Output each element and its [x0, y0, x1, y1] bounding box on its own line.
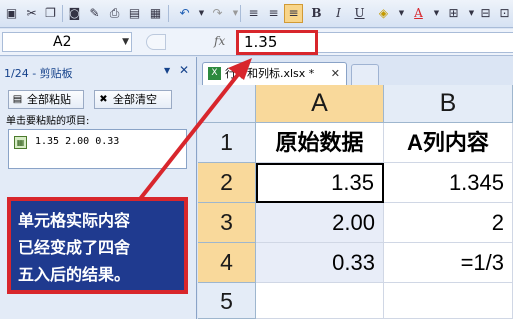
merge-icon[interactable]: ⊟	[476, 4, 495, 23]
clear-icon: ✖	[99, 94, 108, 105]
annotation-callout: 单元格实际内容 已经变成了四舍 五入后的结果。	[7, 197, 188, 294]
underline-icon[interactable]: U	[350, 4, 369, 23]
redo-dropdown-icon[interactable]: ▼	[226, 4, 245, 23]
save-disk-icon[interactable]: ◙	[65, 4, 84, 23]
cell-a3[interactable]: 2.00	[256, 203, 384, 243]
cell-a2[interactable]: 1.35	[256, 163, 384, 203]
font-color-icon[interactable]: A	[409, 4, 428, 23]
cut-icon[interactable]: ✂	[22, 4, 41, 23]
paste-all-label: 全部粘贴	[27, 93, 71, 106]
redo-icon[interactable]: ↷	[208, 4, 227, 23]
document-tab[interactable]: X 行号和列标.xlsx * ✕	[202, 62, 347, 85]
name-box[interactable]: A2 ▼	[2, 32, 132, 52]
excel-item-icon: ▦	[14, 136, 27, 149]
quick-toolbar: ▣ ✂ ❐ ◙ ✎ ⎙ ▤ ▦ ↶ ▼ ↷ ▼ ≡ ≡ ≡ B I U ◈ ▼ …	[0, 0, 513, 28]
row-header-5[interactable]: 5	[198, 283, 256, 319]
cell-a5[interactable]	[256, 283, 384, 319]
clipboard-item[interactable]: ▦ 1.35 2.00 0.33	[8, 129, 187, 169]
more-icon[interactable]: ▦	[146, 4, 165, 23]
excel-file-icon: X	[208, 67, 221, 80]
formula-bar-splitter[interactable]	[146, 34, 166, 50]
formula-input-area[interactable]	[318, 32, 513, 53]
align-center-icon[interactable]: ≡	[264, 4, 283, 23]
row-header-4[interactable]: 4	[198, 243, 256, 283]
row-header-3[interactable]: 3	[198, 203, 256, 243]
select-all-corner[interactable]	[198, 85, 256, 123]
paste-icon: ▤	[12, 94, 23, 105]
close-icon[interactable]: ✕	[331, 63, 340, 84]
formula-input[interactable]: 1.35	[236, 30, 318, 55]
column-header-a[interactable]: A	[256, 85, 384, 123]
clipboard-title: 1/24 - 剪贴板	[4, 67, 73, 80]
cell-a4[interactable]: 0.33	[256, 243, 384, 283]
save-icon[interactable]: ▣	[2, 4, 21, 23]
align-left-icon[interactable]: ≡	[244, 4, 263, 23]
fx-icon[interactable]: fx	[214, 34, 225, 48]
clear-all-label: 全部清空	[113, 93, 157, 106]
paste-all-button[interactable]: ▤ 全部粘贴	[8, 90, 84, 109]
clipboard-hint: 单击要粘贴的项目:	[6, 116, 90, 127]
name-box-value: A2	[53, 34, 72, 50]
cell-a1[interactable]: 原始数据	[256, 123, 384, 163]
row-header-2[interactable]: 2	[198, 163, 256, 203]
formula-bar: A2 ▼ fx 1.35	[0, 29, 513, 56]
cell-b2[interactable]: 1.345	[384, 163, 513, 203]
column-header-b[interactable]: B	[384, 85, 513, 123]
print-icon[interactable]: ⎙	[105, 4, 124, 23]
cell-b5[interactable]	[384, 283, 513, 319]
document-tabstrip: X 行号和列标.xlsx * ✕	[198, 57, 513, 85]
print-preview-icon[interactable]: ▤	[125, 4, 144, 23]
spreadsheet-grid: A B 1 2 3 4 5 原始数据 A列内容 1.35 1.345 2.00 …	[198, 85, 513, 319]
cell-b1[interactable]: A列内容	[384, 123, 513, 163]
bold-icon[interactable]: B	[307, 4, 326, 23]
format-painter-icon[interactable]: ✎	[85, 4, 104, 23]
chevron-down-icon[interactable]: ▼	[122, 33, 129, 52]
cell-b3[interactable]: 2	[384, 203, 513, 243]
copy-icon[interactable]: ❐	[41, 4, 60, 23]
chevron-down-icon[interactable]: ▼	[164, 66, 170, 75]
close-icon[interactable]: ✕	[179, 63, 189, 77]
callout-line-3: 五入后的结果。	[18, 265, 131, 284]
document-tab-label: 行号和列标.xlsx *	[225, 67, 315, 80]
cell-b4[interactable]: =1/3	[384, 243, 513, 283]
fill-color-icon[interactable]: ◈	[374, 4, 393, 23]
borders-icon[interactable]: ⊞	[444, 4, 463, 23]
callout-line-1: 单元格实际内容	[18, 211, 131, 230]
new-tab-button[interactable]	[351, 64, 379, 85]
align-right-icon[interactable]: ≡	[284, 4, 303, 23]
row-header-1[interactable]: 1	[198, 123, 256, 163]
italic-icon[interactable]: I	[329, 4, 348, 23]
wrap-icon[interactable]: ⊡	[495, 4, 513, 23]
clipboard-item-text: 1.35 2.00 0.33	[35, 136, 120, 147]
callout-line-2: 已经变成了四舍	[18, 238, 131, 257]
clear-all-button[interactable]: ✖ 全部清空	[94, 90, 172, 109]
